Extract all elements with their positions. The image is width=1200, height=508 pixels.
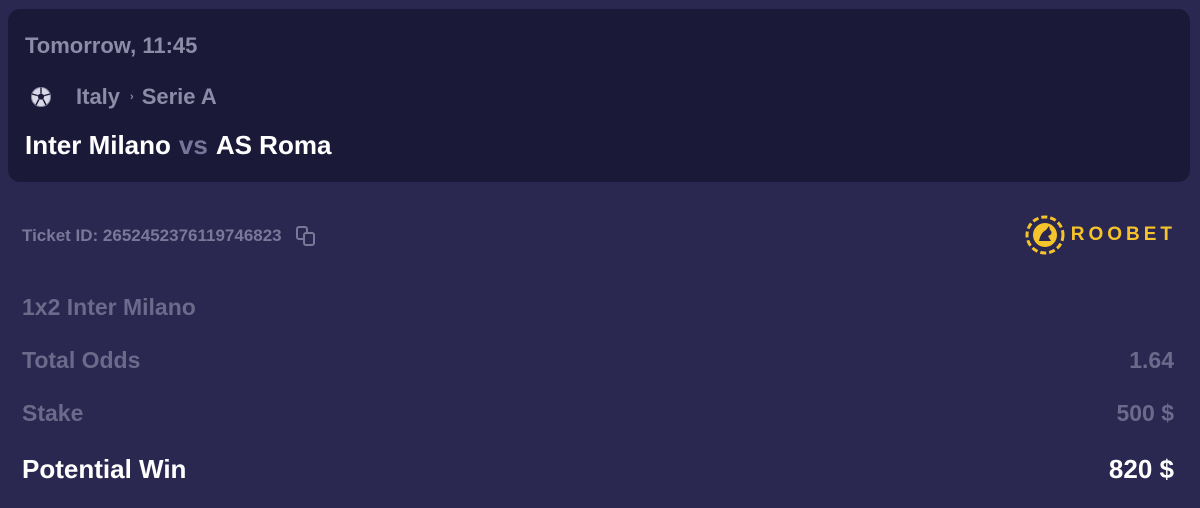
potential-win-row: Potential Win 820 $ — [22, 454, 1174, 485]
roobet-logo-icon — [1024, 214, 1066, 256]
ticket-id-row: Ticket ID: 2652452376119746823 — [22, 224, 318, 248]
match-card[interactable]: Tomorrow, 11:45 Italy › Serie A Inter Mi… — [8, 9, 1190, 182]
stake-label: Stake — [22, 400, 84, 426]
match-title: Inter Milano vs AS Roma — [25, 130, 331, 161]
away-team: AS Roma — [215, 130, 332, 160]
potential-win-value: 820 $ — [1108, 454, 1174, 484]
league-label[interactable]: Serie A — [142, 84, 217, 110]
total-odds-label: Total Odds — [22, 347, 141, 373]
home-team: Inter Milano — [25, 130, 171, 160]
bet-selection: 1x2 Inter Milano — [22, 294, 196, 320]
total-odds-row: Total Odds 1.64 — [22, 347, 1174, 374]
match-time: Tomorrow, 11:45 — [25, 33, 198, 58]
copy-icon[interactable] — [294, 224, 318, 248]
breadcrumb-separator-icon: › — [130, 91, 134, 103]
potential-win-label: Potential Win — [22, 454, 187, 484]
bet-selection-row: 1x2 Inter Milano — [22, 294, 1174, 321]
country-label[interactable]: Italy — [76, 84, 120, 110]
league-breadcrumb: Italy › Serie A — [30, 82, 217, 112]
stake-value: 500 $ — [1116, 400, 1174, 426]
total-odds-value: 1.64 — [1129, 347, 1174, 373]
brand-logo: ROOBET — [1024, 214, 1176, 256]
vs-label: vs — [178, 130, 208, 160]
brand-name: ROOBET — [1070, 224, 1176, 245]
stake-row: Stake 500 $ — [22, 400, 1174, 427]
soccer-ball-icon — [30, 86, 52, 108]
ticket-id: Ticket ID: 2652452376119746823 — [22, 226, 282, 245]
